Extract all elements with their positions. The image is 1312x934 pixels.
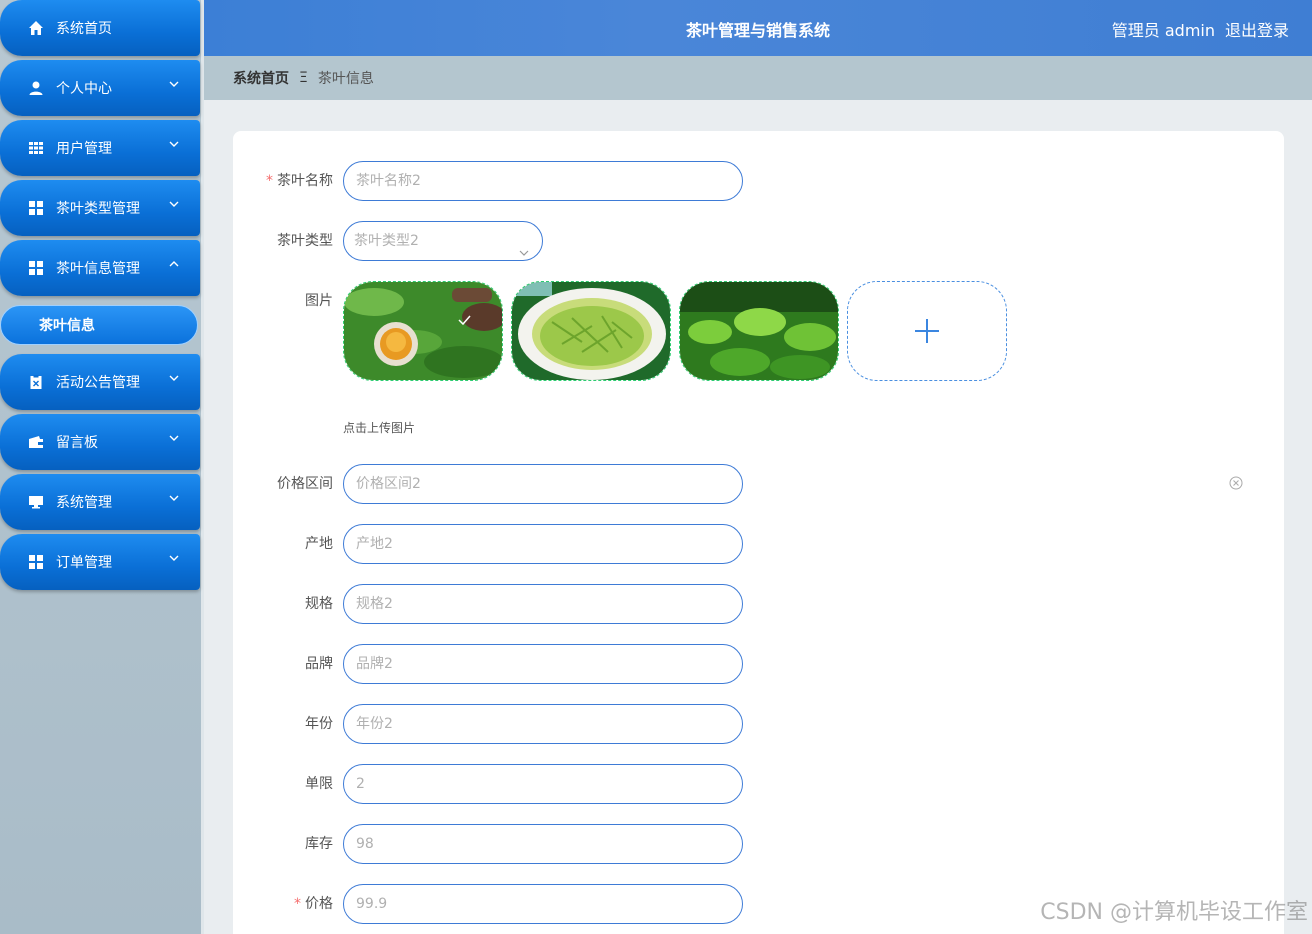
chevron-down-icon [168,552,180,564]
tea-type-select[interactable]: 茶叶类型2 [343,221,543,261]
wallet-icon [28,434,44,450]
image-thumb-2[interactable] [511,281,671,381]
sidebar-item-profile[interactable]: 个人中心 [0,60,200,116]
sidebar-item-orders[interactable]: 订单管理 [0,534,200,590]
header: 茶叶管理与销售系统 管理员 admin 退出登录 [204,0,1312,56]
clear-circle-icon[interactable] [1229,475,1243,490]
sidebar-item-label: 茶叶类型管理 [56,201,140,217]
image-thumb-3[interactable] [679,281,839,381]
sidebar-item-label: 订单管理 [56,555,112,571]
plus-icon [915,319,939,343]
form-row-stock: 库存 98 [233,824,1284,864]
price-input[interactable]: 99.9 [343,884,743,924]
sidebar-item-home[interactable]: 系统首页 [0,0,200,56]
sidebar-item-users[interactable]: 用户管理 [0,120,200,176]
tea-photo-image [512,282,670,380]
select-value: 茶叶类型2 [354,233,419,249]
chevron-down-icon [168,492,180,504]
chevron-down-icon [168,138,180,150]
field-label: 价格区间 [277,476,333,492]
chevron-up-icon [168,258,180,270]
apps-icon [28,200,44,216]
apps-icon [28,260,44,276]
field-label: 品牌 [305,656,333,672]
apps-icon [28,554,44,570]
sidebar-item-message-board[interactable]: 留言板 [0,414,200,470]
form-row-spec: 规格 规格2 [233,584,1284,624]
form-row-origin: 产地 产地2 [233,524,1284,564]
tea-name-input[interactable]: 茶叶名称2 [343,161,743,201]
origin-input[interactable]: 产地2 [343,524,743,564]
sidebar-item-label: 系统首页 [56,21,112,37]
field-label: 茶叶类型 [277,233,333,249]
watermark: CSDN @计算机毕设工作室 [1040,900,1308,925]
chevron-down-icon [168,432,180,444]
chevron-down-icon [518,236,530,256]
breadcrumb: 系统首页 Ξ 茶叶信息 [204,56,1312,100]
sidebar-item-label: 个人中心 [56,81,112,97]
field-label: * 茶叶名称 [266,173,333,189]
field-label: 产地 [305,536,333,552]
chevron-down-icon [168,372,180,384]
limit-input[interactable]: 2 [343,764,743,804]
user-name: 管理员 admin [1111,21,1215,40]
sidebar-item-system[interactable]: 系统管理 [0,474,200,530]
user-icon [28,80,44,96]
sidebar-item-label: 用户管理 [56,141,112,157]
stock-input[interactable]: 98 [343,824,743,864]
sidebar-item-tea-info[interactable]: 茶叶信息管理 [0,240,200,296]
tea-photo-image [344,282,502,380]
home-icon [28,20,44,36]
field-label: 图片 [305,293,333,309]
form-row-brand: 品牌 品牌2 [233,644,1284,684]
tea-photo-image [680,282,838,380]
form-row-type: 茶叶类型 茶叶类型2 [233,221,1284,261]
year-input[interactable]: 年份2 [343,704,743,744]
form-row-name: * 茶叶名称 茶叶名称2 [233,161,1284,201]
sidebar-subitem-tea-info[interactable]: 茶叶信息 [0,305,198,345]
breadcrumb-home[interactable]: 系统首页 [233,68,289,88]
field-label: 年份 [305,716,333,732]
field-label: 库存 [305,836,333,852]
sidebar-item-label: 茶叶信息管理 [56,261,140,277]
logout-link[interactable]: 退出登录 [1225,17,1289,41]
sidebar-item-announcements[interactable]: 活动公告管理 [0,354,200,410]
sidebar-item-tea-types[interactable]: 茶叶类型管理 [0,180,200,236]
field-label: 单限 [305,776,333,792]
form-row-year: 年份 年份2 [233,704,1284,744]
chevron-down-icon [168,198,180,210]
grid-icon [28,140,44,156]
image-upload-button[interactable] [847,281,1007,381]
breadcrumb-current: 茶叶信息 [317,71,374,87]
sidebar-item-label: 留言板 [56,435,98,451]
breadcrumb-separator: Ξ [299,70,308,86]
sidebar-item-label: 活动公告管理 [56,375,140,391]
sidebar: 系统首页 个人中心 用户管理 茶叶类型管理 茶叶信息管理 茶叶信息 活动公告管理… [0,0,204,934]
image-thumb-1[interactable] [343,281,503,381]
clipboard-icon [28,374,44,390]
price-range-input[interactable]: 价格区间2 [343,464,743,504]
form-row-limit: 单限 2 [233,764,1284,804]
form-row-price-range: 价格区间 价格区间2 [233,464,1284,504]
brand-input[interactable]: 品牌2 [343,644,743,684]
form-card: * 茶叶名称 茶叶名称2 茶叶类型 茶叶类型2 图片 点击上传图片 价格区间 价… [233,131,1284,934]
monitor-icon [28,494,44,510]
field-label: * 价格 [294,896,333,912]
upload-hint: 点击上传图片 [343,421,416,435]
chevron-down-icon [168,78,180,90]
spec-input[interactable]: 规格2 [343,584,743,624]
sidebar-item-label: 系统管理 [56,495,112,511]
field-label: 规格 [305,596,333,612]
